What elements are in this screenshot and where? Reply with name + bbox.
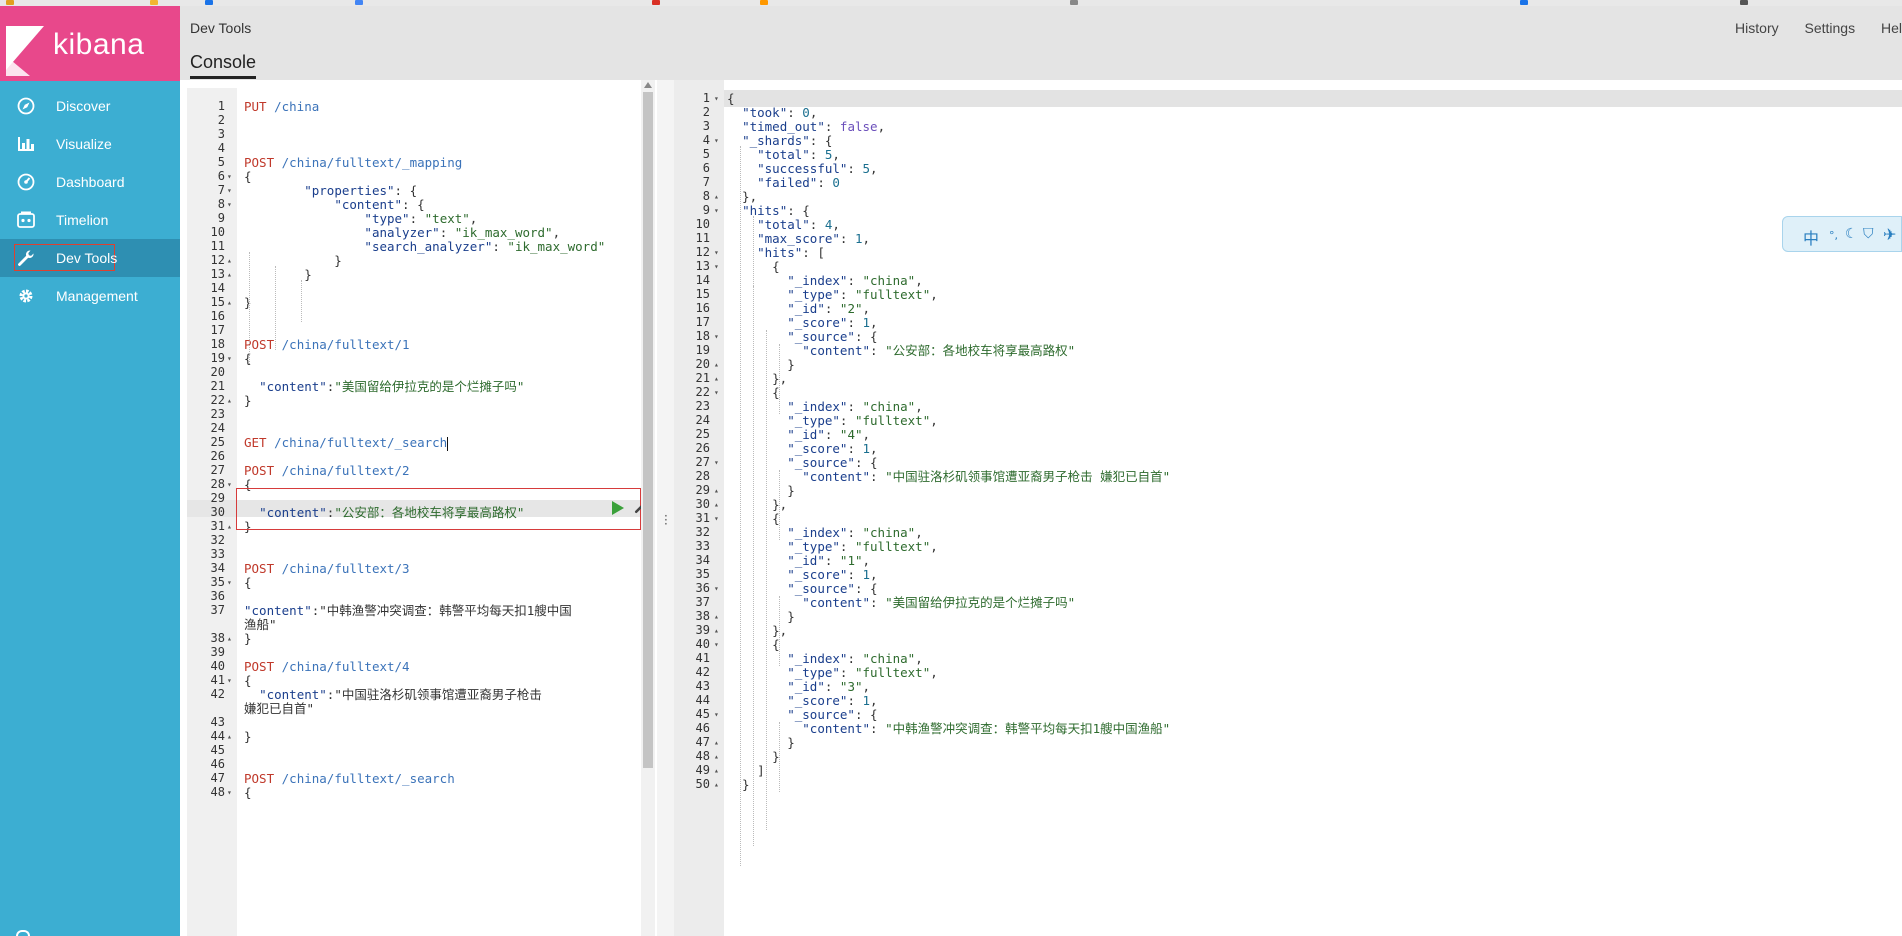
bookmark-icon[interactable] (760, 0, 768, 5)
logo-text: kibana (53, 28, 145, 61)
sidebar-item-label: Discover (56, 98, 111, 114)
punctuation-icon[interactable]: °, (1829, 229, 1838, 242)
folder-icon[interactable] (150, 0, 158, 5)
pane-resizer[interactable]: · · · (657, 80, 674, 936)
wrench-icon (18, 250, 34, 266)
indent-guide (740, 146, 741, 866)
ime-toolbar[interactable]: 中 °, ☾ ⛉ ✈ (1782, 216, 1902, 252)
play-icon[interactable] (612, 501, 624, 515)
sidebar-item-label: Dev Tools (56, 250, 118, 266)
sidebar-item-label: Timelion (56, 212, 109, 228)
sidebar-item-label: Management (56, 288, 138, 304)
collapse-icon[interactable] (16, 930, 30, 936)
indent-guide (766, 330, 767, 830)
line-number: 50 (695, 777, 710, 791)
bookmark-icon[interactable] (652, 0, 660, 5)
kibana-logo[interactable]: kibana (0, 6, 180, 81)
gear-icon (19, 289, 33, 303)
fold-toggle-icon[interactable]: ▴ (714, 776, 719, 793)
drag-handle-icon: · · · (664, 509, 668, 531)
bookmark-icon[interactable] (6, 0, 14, 5)
response-output[interactable]: 1 ▾{2 "took": 0, 3 "timed_out": false, 4 ▾ "… (674, 80, 1902, 936)
bird-icon[interactable]: ✈ (1883, 225, 1896, 244)
sidebar-item-visualize[interactable]: Visualize (0, 125, 180, 163)
indent-guide (779, 470, 780, 540)
indent-guide (779, 344, 780, 414)
history-link[interactable]: History (1735, 20, 1779, 36)
ime-mode-label[interactable]: 中 (1803, 225, 1819, 249)
indent-guide (779, 722, 780, 792)
line-number: 48 (210, 785, 225, 799)
bookmark-icon[interactable] (355, 0, 363, 5)
bookmark-icon[interactable] (1070, 0, 1078, 5)
bookmark-icon[interactable] (205, 0, 213, 5)
compass-icon (17, 97, 35, 115)
sidebar-item-label: Dashboard (56, 174, 125, 190)
editor-line[interactable]: 48 ▾ { (187, 784, 657, 801)
kibana-logo-icon (6, 26, 44, 76)
sidebar-item-timelion[interactable]: Timelion (0, 201, 180, 239)
request-editor[interactable]: 1 PUT /china 2 3 4 5 POST /china/fulltext/_map… (187, 88, 657, 936)
bar-chart-icon (18, 137, 34, 151)
skin-icon[interactable]: ⛉ (1863, 226, 1874, 242)
indent-guide (249, 252, 250, 364)
output-line[interactable]: 50 ▴ } (674, 776, 1902, 793)
settings-link[interactable]: Settings (1805, 20, 1856, 36)
sidebar-item-label: Visualize (56, 136, 112, 152)
indent-guide (753, 286, 754, 846)
indent-guide (301, 280, 302, 322)
dashboard-icon (17, 173, 35, 191)
bookmark-icon[interactable] (1740, 0, 1748, 5)
page-title: Dev Tools (190, 20, 252, 36)
tab-console[interactable]: Console (190, 52, 257, 79)
indent-guide (779, 596, 780, 666)
code-text: { (244, 785, 252, 800)
sidebar-item-dev-tools[interactable]: Dev Tools (0, 239, 180, 277)
sidebar-item-management[interactable]: Management (0, 277, 180, 315)
selected-request-box (236, 488, 641, 530)
sidebar-item-discover[interactable]: Discover (0, 87, 180, 125)
header-links: History Settings Hel (1713, 20, 1902, 36)
help-link[interactable]: Hel (1881, 20, 1902, 36)
moon-icon[interactable]: ☾ (1845, 226, 1858, 242)
indent-guide (275, 266, 276, 350)
code-text: } (727, 777, 750, 792)
fold-toggle-icon[interactable]: ▾ (227, 784, 232, 801)
bookmark-icon[interactable] (1520, 0, 1528, 5)
app-header: Dev Tools History Settings Hel Console (180, 6, 1902, 80)
editor-scrollbar-thumb[interactable] (643, 92, 653, 768)
sidebar-item-dashboard[interactable]: Dashboard (0, 163, 180, 201)
timelion-icon (17, 211, 35, 228)
scroll-up-icon[interactable] (644, 82, 652, 88)
sidebar: kibana Discover Visualize Dashboard Time… (0, 6, 180, 936)
